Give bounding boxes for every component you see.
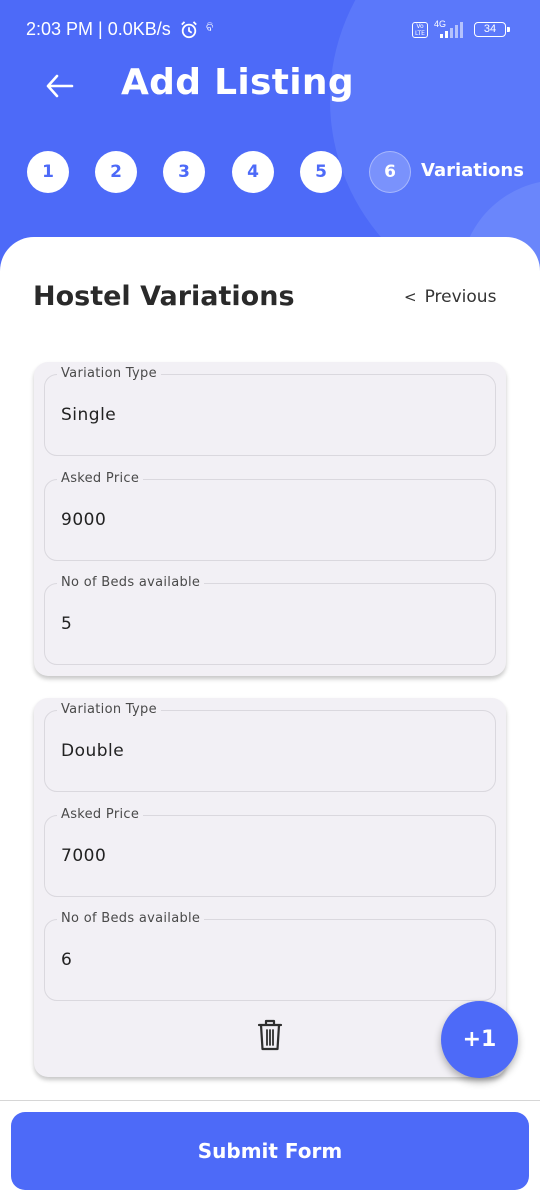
field-label: Variation Type xyxy=(57,702,161,717)
back-button[interactable] xyxy=(38,66,82,106)
trash-icon[interactable] xyxy=(256,1018,284,1052)
asked-price-field[interactable]: Asked Price 9000 xyxy=(44,471,496,561)
page-title: Add Listing xyxy=(121,62,354,103)
field-value: Double xyxy=(61,741,125,761)
step-2[interactable]: 2 xyxy=(95,151,137,193)
volte-icon: Vo LTE xyxy=(412,22,428,38)
field-label: Variation Type xyxy=(57,366,161,381)
active-step-label: Variations xyxy=(421,160,524,181)
battery-icon: 34 xyxy=(474,22,510,37)
section-title: Hostel Variations xyxy=(33,281,295,312)
asked-price-field[interactable]: Asked Price 7000 xyxy=(44,807,496,897)
field-label: Asked Price xyxy=(57,807,144,822)
step-6-active[interactable]: 6 xyxy=(369,151,411,193)
variation-type-field[interactable]: Variation Type Single xyxy=(44,366,496,456)
signal-icon xyxy=(440,22,463,38)
arrow-left-icon xyxy=(46,74,74,98)
beds-available-field[interactable]: No of Beds available 5 xyxy=(44,575,496,665)
field-value: 7000 xyxy=(61,846,107,866)
field-value: 9000 xyxy=(61,510,107,530)
field-value: 6 xyxy=(61,950,73,970)
step-4[interactable]: 4 xyxy=(232,151,274,193)
step-5[interactable]: 5 xyxy=(300,151,342,193)
field-label: No of Beds available xyxy=(57,911,205,926)
beds-available-field[interactable]: No of Beds available 6 xyxy=(44,911,496,1001)
variation-card: Variation Type Double Asked Price 7000 N… xyxy=(34,698,506,1077)
step-3[interactable]: 3 xyxy=(163,151,205,193)
chevron-left-icon: < xyxy=(404,288,417,306)
previous-label: Previous xyxy=(424,287,497,307)
add-variation-button[interactable]: +1 xyxy=(441,1001,518,1078)
field-label: No of Beds available xyxy=(57,575,205,590)
variation-card: Variation Type Single Asked Price 9000 N… xyxy=(34,362,506,676)
variation-type-field[interactable]: Variation Type Double xyxy=(44,702,496,792)
previous-button[interactable]: < Previous xyxy=(404,287,496,307)
field-value: 5 xyxy=(61,614,73,634)
field-value: Single xyxy=(61,405,117,425)
status-notification-text: ବି xyxy=(206,22,214,34)
field-label: Asked Price xyxy=(57,471,144,486)
submit-form-button[interactable]: Submit Form xyxy=(11,1112,529,1190)
status-time-speed: 2:03 PM | 0.0KB/s xyxy=(26,19,171,39)
alarm-icon xyxy=(181,21,197,39)
step-1[interactable]: 1 xyxy=(27,151,69,193)
status-bar: 2:03 PM | 0.0KB/s ବି Vo LTE 4G 34 xyxy=(0,0,540,60)
divider xyxy=(0,1100,540,1101)
